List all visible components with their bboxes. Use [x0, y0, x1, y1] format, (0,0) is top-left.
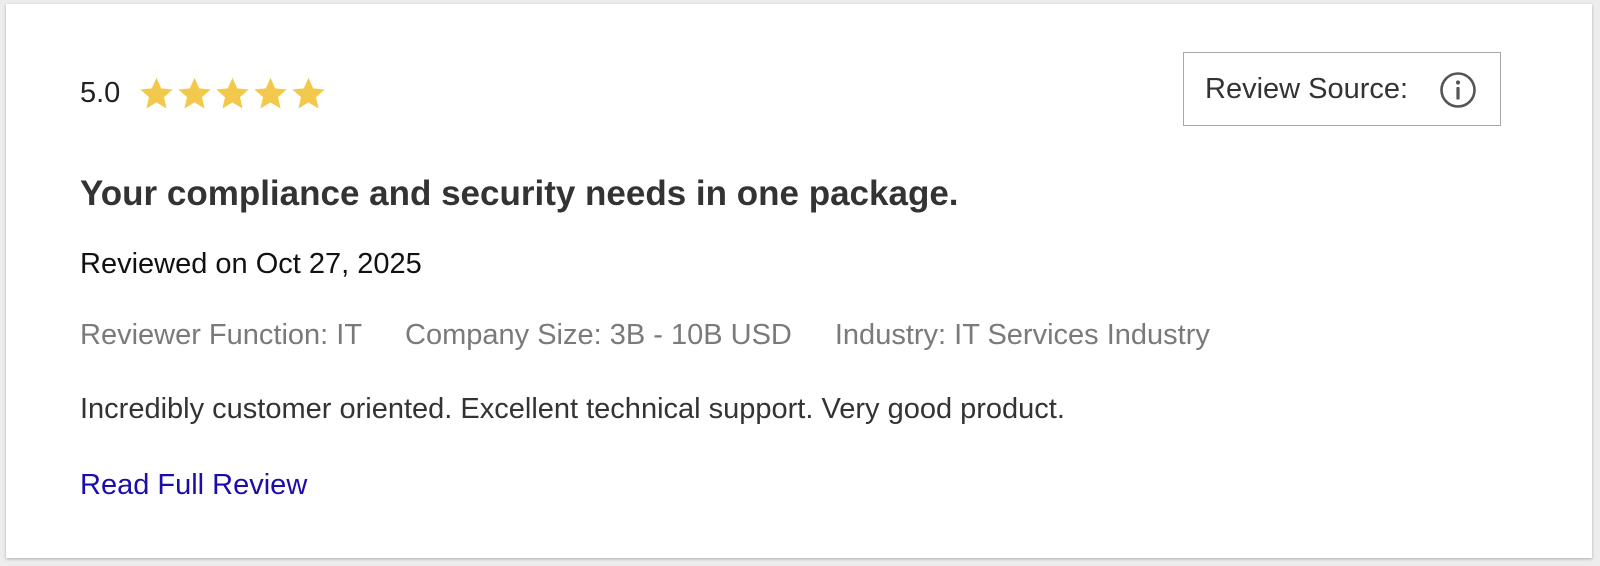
info-icon[interactable]	[1439, 71, 1477, 109]
company-size: Company Size: 3B - 10B USD	[405, 319, 792, 351]
review-source-label: Review Source:	[1205, 72, 1409, 105]
reviewer-meta: Reviewer Function: IT Company Size: 3B -…	[80, 319, 1253, 352]
review-source-box: Review Source:	[1183, 52, 1501, 126]
review-date: Reviewed on Oct 27, 2025	[80, 248, 422, 280]
star-icon	[252, 75, 289, 112]
rating-row: 5.0	[80, 70, 328, 116]
star-icon	[214, 75, 251, 112]
review-card: 5.0 Review Source: Your compliance and s…	[6, 4, 1592, 558]
reviewer-function: Reviewer Function: IT	[80, 319, 363, 351]
star-icon	[138, 75, 175, 112]
review-body: Incredibly customer oriented. Excellent …	[80, 393, 1065, 425]
review-title: Your compliance and security needs in on…	[80, 174, 959, 213]
star-icon	[176, 75, 213, 112]
star-rating	[138, 75, 328, 112]
rating-value: 5.0	[80, 76, 121, 109]
industry: Industry: IT Services Industry	[834, 319, 1210, 351]
star-icon	[290, 75, 327, 112]
read-full-review-link[interactable]: Read Full Review	[80, 469, 307, 502]
